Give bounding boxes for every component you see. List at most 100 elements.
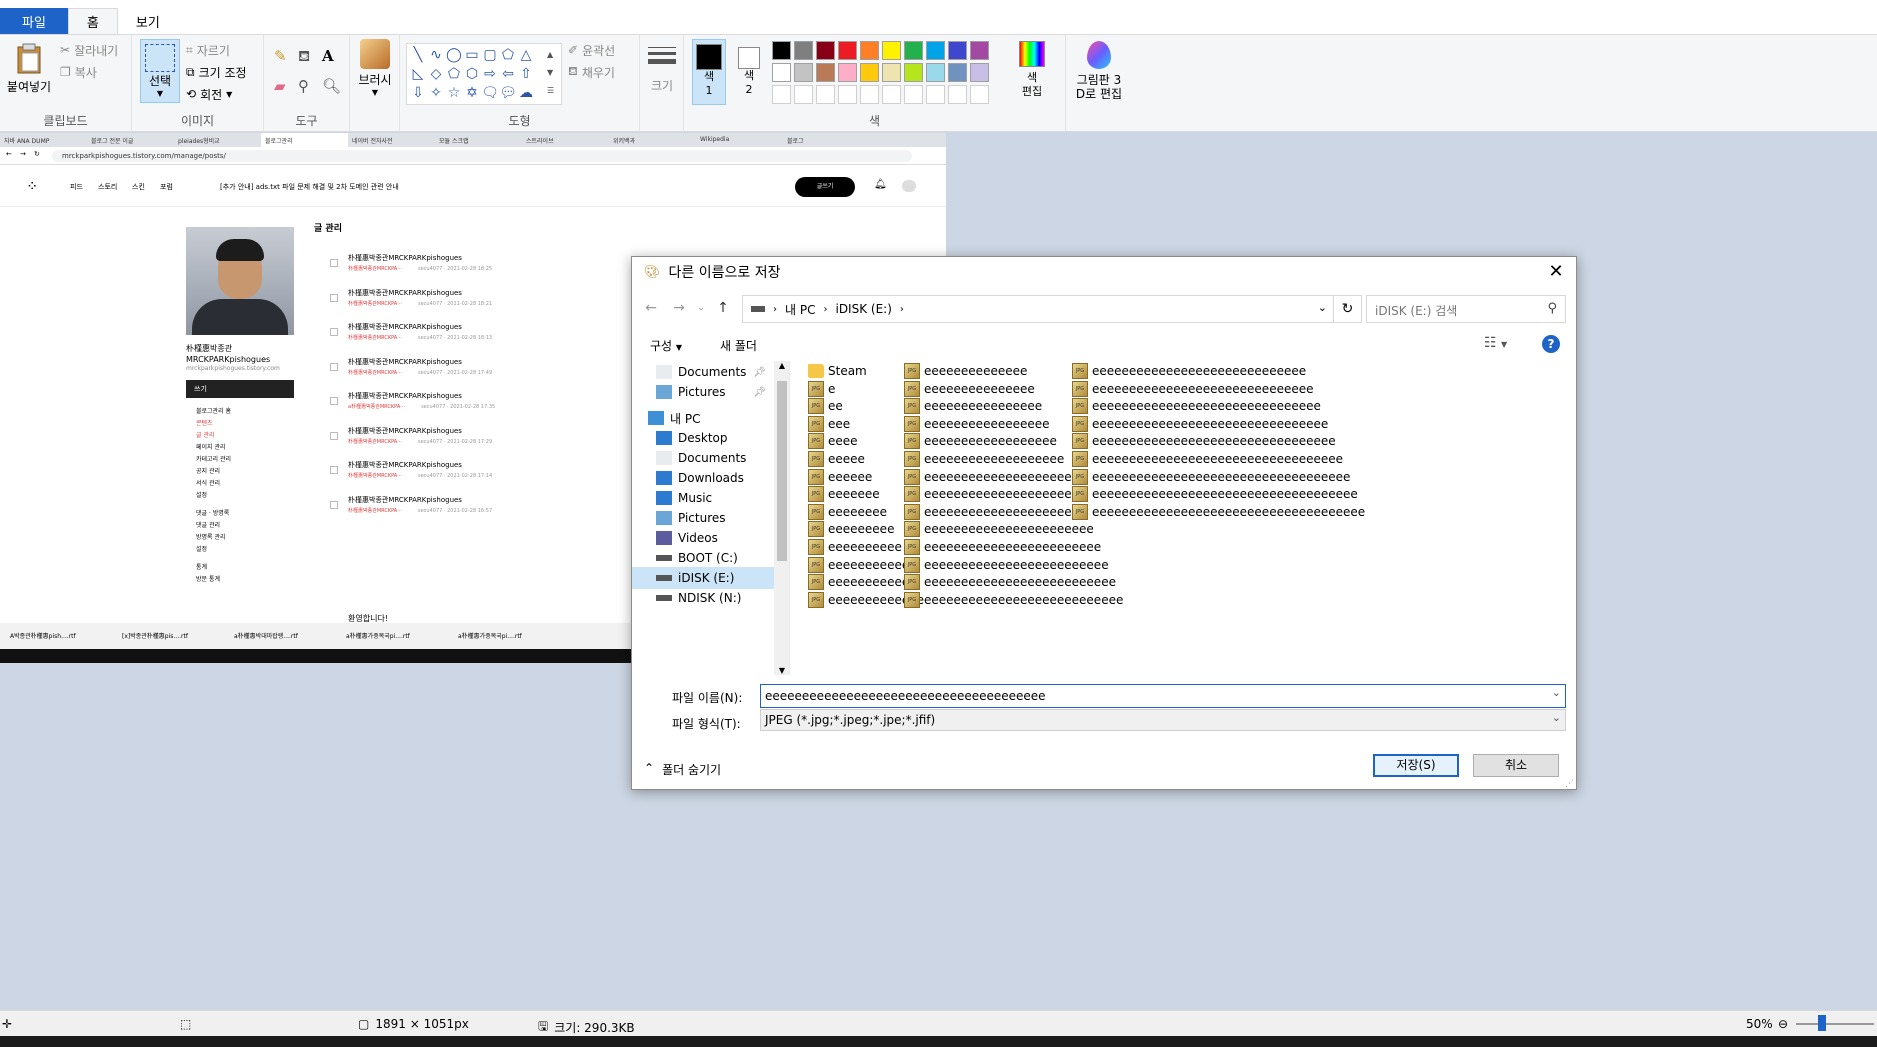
diamond-shape-icon[interactable]: ◇ [427, 65, 445, 83]
search-input[interactable]: iDISK (E:) 검색 ⚲ [1366, 295, 1566, 323]
line-shape-icon[interactable]: ╲ [409, 46, 427, 64]
custom-color-slot[interactable] [772, 85, 791, 104]
nav-item[interactable]: BOOT (C:) [632, 547, 774, 569]
star5-shape-icon[interactable]: ☆ [445, 84, 463, 102]
nav-item[interactable]: Desktop [632, 427, 774, 449]
palette-color-swatch[interactable] [838, 63, 857, 82]
palette-color-swatch[interactable] [860, 63, 879, 82]
brush-button[interactable]: 브러시 ▼ [354, 39, 396, 97]
palette-color-swatch[interactable] [838, 41, 857, 60]
palette-color-swatch[interactable] [816, 41, 835, 60]
fill-bucket-icon[interactable]: ⛾ [298, 47, 322, 67]
gallery-scroll[interactable]: ▲ ▼ ☰ [547, 46, 554, 100]
file-item[interactable]: JPG eeeeeeeeeeeeeeeeeeeeeeeeeee [904, 590, 1123, 610]
custom-color-slot[interactable] [860, 85, 879, 104]
arrow-right-shape-icon[interactable]: ⇨ [481, 65, 499, 83]
custom-color-slot[interactable] [838, 85, 857, 104]
recent-chevron-icon[interactable]: ⌄ [692, 299, 710, 317]
hide-folders-button[interactable]: ⌃ 폴더 숨기기 [644, 761, 721, 778]
custom-color-slot[interactable] [882, 85, 901, 104]
rounded-rect-shape-icon[interactable]: ▢ [481, 46, 499, 64]
nav-item[interactable]: Documents 📌︎ [632, 361, 774, 383]
breadcrumb-my-pc[interactable]: 내 PC [785, 301, 815, 318]
filetype-select[interactable]: JPEG (*.jpg;*.jpeg;*.jpe;*.jfif) ⌄ [760, 709, 1566, 731]
save-button[interactable]: 저장(S) [1373, 754, 1459, 777]
arrow-down-shape-icon[interactable]: ⇩ [409, 84, 427, 102]
custom-color-slot[interactable] [794, 85, 813, 104]
palette-color-swatch[interactable] [772, 41, 791, 60]
nav-scrollbar[interactable]: ▲ ▼ [774, 361, 789, 675]
polygon-shape-icon[interactable]: ⬠ [499, 46, 517, 64]
new-folder-button[interactable]: 새 폴더 [720, 337, 757, 354]
tab-home[interactable]: 홈 [67, 8, 118, 34]
custom-color-slot[interactable] [816, 85, 835, 104]
palette-color-swatch[interactable] [904, 63, 923, 82]
up-arrow-icon[interactable]: ↑ [714, 299, 732, 317]
nav-item[interactable]: Downloads [632, 467, 774, 489]
tab-view[interactable]: 보기 [118, 8, 178, 34]
close-icon[interactable]: ✕ [1546, 262, 1566, 282]
palette-color-swatch[interactable] [794, 63, 813, 82]
nav-item[interactable]: Pictures [632, 507, 774, 529]
pencil-icon[interactable]: ✎ [274, 47, 298, 67]
arrow-left-shape-icon[interactable]: ⇦ [499, 65, 517, 83]
custom-color-slot[interactable] [970, 85, 989, 104]
palette-color-swatch[interactable] [948, 63, 967, 82]
nav-item[interactable]: iDISK (E:) [632, 567, 774, 589]
palette-color-swatch[interactable] [882, 63, 901, 82]
triangle-shape-icon[interactable]: △ [517, 46, 535, 64]
organize-button[interactable]: 구성 ▼ [650, 337, 682, 354]
resize-grip-icon[interactable]: ⋰ [1565, 779, 1574, 789]
scroll-down-icon[interactable]: ▼ [774, 666, 789, 675]
oval-shape-icon[interactable]: ◯ [445, 46, 463, 64]
size-button[interactable]: 크기 [646, 43, 678, 94]
palette-color-swatch[interactable] [970, 63, 989, 82]
help-icon[interactable]: ? [1542, 335, 1560, 353]
nav-item[interactable]: Videos [632, 527, 774, 549]
eraser-icon[interactable]: ▰ [274, 77, 298, 95]
palette-color-swatch[interactable] [904, 41, 923, 60]
arrow-up-shape-icon[interactable]: ⇧ [517, 65, 535, 83]
palette-color-swatch[interactable] [816, 63, 835, 82]
zoom-slider-thumb[interactable] [1818, 1015, 1826, 1031]
path-breadcrumb[interactable]: › 내 PC › iDISK (E:) › ⌄ [742, 295, 1334, 323]
magnifier-icon[interactable]: 🔍︎ [322, 77, 346, 95]
view-options-icon[interactable]: ☷ ▼ [1484, 335, 1507, 351]
custom-color-slot[interactable] [904, 85, 923, 104]
rectangle-shape-icon[interactable]: ▭ [463, 46, 481, 64]
nav-item[interactable]: 내 PC [632, 407, 774, 429]
file-item[interactable]: JPG eeeeeeeeeeeeeeeeeeeeeeeeeeeeeeeeeeeee [1072, 502, 1365, 522]
resize-button[interactable]: ⧉ 크기 조정 [186, 61, 247, 83]
palette-color-swatch[interactable] [772, 63, 791, 82]
shapes-gallery[interactable]: ╲ ∿ ◯ ▭ ▢ ⬠ △ ◺ ◇ ⬠ ⬡ ⇨ ⇦ ⇧ ⇩ ✧ ☆ ✡ 🗨︎ 💬… [406, 43, 562, 105]
palette-color-swatch[interactable] [948, 41, 967, 60]
nav-item[interactable]: NDISK (N:) [632, 587, 774, 609]
callout-rect-shape-icon[interactable]: 🗨︎ [481, 84, 499, 102]
breadcrumb-idisk[interactable]: iDISK (E:) [835, 302, 891, 316]
path-dropdown-icon[interactable]: ⌄ [1318, 301, 1327, 314]
callout-oval-shape-icon[interactable]: 💬︎ [499, 84, 517, 102]
filename-input[interactable]: eeeeeeeeeeeeeeeeeeeeeeeeeeeeeeeeeeeeee ⌄ [760, 684, 1566, 708]
scroll-up-icon[interactable]: ▲ [774, 361, 789, 370]
palette-color-swatch[interactable] [926, 63, 945, 82]
cut-button[interactable]: ✂ 잘라내기 [60, 39, 118, 61]
palette-color-swatch[interactable] [970, 41, 989, 60]
star4-shape-icon[interactable]: ✧ [427, 84, 445, 102]
zoom-slider[interactable] [1796, 1023, 1874, 1025]
select-button[interactable]: 선택 ▼ [140, 39, 180, 103]
curve-shape-icon[interactable]: ∿ [427, 46, 445, 64]
hexagon-shape-icon[interactable]: ⬡ [463, 65, 481, 83]
color1-button[interactable]: 색 1 [692, 39, 726, 105]
refresh-icon[interactable]: ↻ [1334, 295, 1362, 323]
edit-colors-button[interactable]: 색 편집 [1008, 41, 1056, 99]
color2-button[interactable]: 색 2 [732, 39, 766, 105]
palette-color-swatch[interactable] [882, 41, 901, 60]
back-arrow-icon[interactable]: ← [642, 299, 660, 317]
forward-arrow-icon[interactable]: → [670, 299, 688, 317]
paint3d-button[interactable]: 그림판 3 D로 편집 [1070, 41, 1128, 101]
tab-file[interactable]: 파일 [0, 8, 68, 34]
custom-color-slot[interactable] [926, 85, 945, 104]
right-triangle-shape-icon[interactable]: ◺ [409, 65, 427, 83]
color-picker-icon[interactable]: ⚲ [298, 77, 322, 95]
copy-button[interactable]: ❐ 복사 [60, 61, 118, 83]
